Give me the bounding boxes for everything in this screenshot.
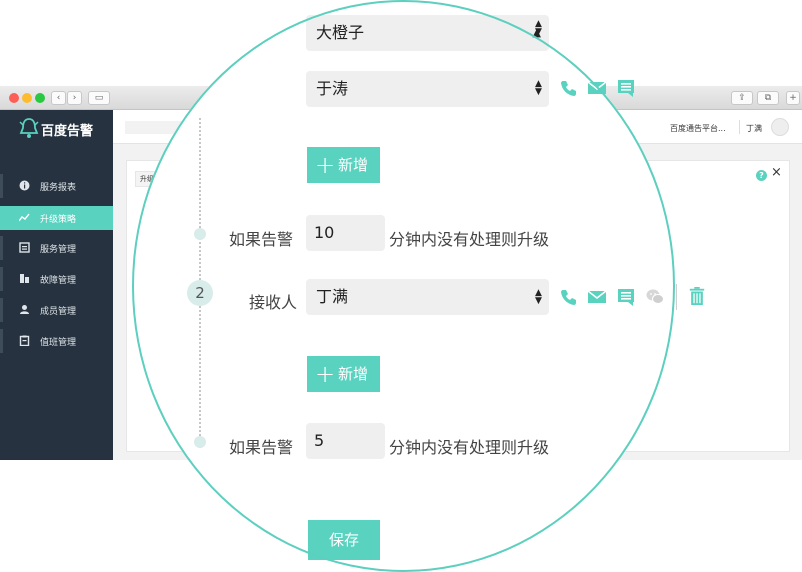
- select-value: 于涛: [316, 79, 349, 98]
- mail-icon[interactable]: [588, 288, 606, 306]
- plus-icon: +: [315, 151, 336, 179]
- sms-icon[interactable]: [617, 79, 635, 97]
- select-caret-icon: ▲ ▼: [535, 288, 542, 306]
- rule-prefix: 如果告警: [229, 438, 294, 457]
- receiver-select[interactable]: 丁满: [306, 279, 549, 315]
- sidebar-item-reports[interactable]: 服务报表: [0, 174, 113, 198]
- add-receiver-button[interactable]: + 新增: [307, 356, 380, 392]
- clipboard-icon: [19, 335, 30, 346]
- rule-suffix: 分钟内没有处理则升级: [389, 230, 550, 249]
- close-window-button[interactable]: [9, 93, 19, 103]
- service-icon: [19, 242, 30, 253]
- trash-icon[interactable]: [688, 287, 706, 305]
- sms-icon[interactable]: [617, 288, 635, 306]
- step-number: 2: [187, 280, 213, 306]
- close-icon[interactable]: ×: [771, 165, 782, 180]
- info-icon: [19, 180, 30, 191]
- sidebar-item-duty[interactable]: 值班管理: [0, 329, 113, 353]
- tabs-icon[interactable]: ⧉: [757, 91, 779, 105]
- add-receiver-button[interactable]: + 新增: [307, 147, 380, 183]
- share-icon[interactable]: ⇪: [731, 91, 753, 105]
- receiver-label: 接收人: [249, 293, 298, 312]
- rule-suffix: 分钟内没有处理则升级: [389, 438, 550, 457]
- sidebar-item-members[interactable]: 成员管理: [0, 298, 113, 322]
- receiver-select-second[interactable]: 于涛: [306, 71, 549, 107]
- user-icon: [20, 305, 29, 314]
- receiver-select-top[interactable]: 大橙子 ▲: [306, 15, 549, 51]
- sidebar-item-escalation[interactable]: 升级策略: [0, 206, 113, 230]
- save-button[interactable]: 保存: [308, 520, 380, 560]
- sidebar-item-label: 成员管理: [40, 307, 77, 317]
- trend-icon: [19, 213, 30, 222]
- divider: [676, 284, 677, 310]
- avatar[interactable]: [771, 118, 789, 136]
- logo: 百度告警: [0, 110, 113, 148]
- rule-prefix: 如果告警: [229, 230, 294, 249]
- phone-icon[interactable]: [560, 79, 578, 97]
- platform-switcher[interactable]: 百度通告平台...: [670, 123, 726, 134]
- new-tab-icon[interactable]: +: [786, 91, 800, 105]
- select-value: 丁满: [316, 287, 349, 306]
- timeline-dot: [194, 436, 206, 448]
- brand-name: 百度告警: [41, 124, 94, 139]
- select-caret-icon: ▲ ▼: [535, 79, 542, 97]
- back-icon[interactable]: ‹: [51, 91, 66, 105]
- sidebar-item-label: 升级策略: [40, 215, 77, 225]
- sidebar-item-faults[interactable]: 故障管理: [0, 267, 113, 291]
- plus-icon: +: [315, 360, 336, 388]
- timeline-dot: [194, 228, 206, 240]
- sidebar-item-label: 值班管理: [40, 338, 77, 348]
- user-menu[interactable]: 丁满: [746, 123, 762, 134]
- sidebar-toggle-icon[interactable]: ▭: [88, 91, 110, 105]
- maximize-window-button[interactable]: [35, 93, 45, 103]
- minutes-input[interactable]: 10: [306, 215, 385, 251]
- fault-icon: [20, 274, 29, 283]
- sidebar-item-label: 服务管理: [40, 245, 77, 255]
- wechat-icon[interactable]: [646, 288, 664, 306]
- sidebar-item-services[interactable]: 服务管理: [0, 236, 113, 260]
- sidebar-item-label: 故障管理: [40, 276, 77, 286]
- minimize-window-button[interactable]: [22, 93, 32, 103]
- minutes-input[interactable]: 5: [306, 423, 385, 459]
- help-icon[interactable]: ?: [756, 170, 767, 181]
- forward-icon[interactable]: ›: [67, 91, 82, 105]
- sidebar-item-label: 服务报表: [40, 183, 77, 193]
- phone-icon[interactable]: [560, 288, 578, 306]
- sidebar: 百度告警 服务报表 升级策略 服务管理 故障管理 成员管理 值班管理: [0, 110, 113, 460]
- select-caret-icon: ▲ ▼: [535, 19, 542, 37]
- select-value: 大橙子: [316, 23, 365, 42]
- mail-icon[interactable]: [588, 79, 606, 97]
- bell-icon: [19, 118, 39, 138]
